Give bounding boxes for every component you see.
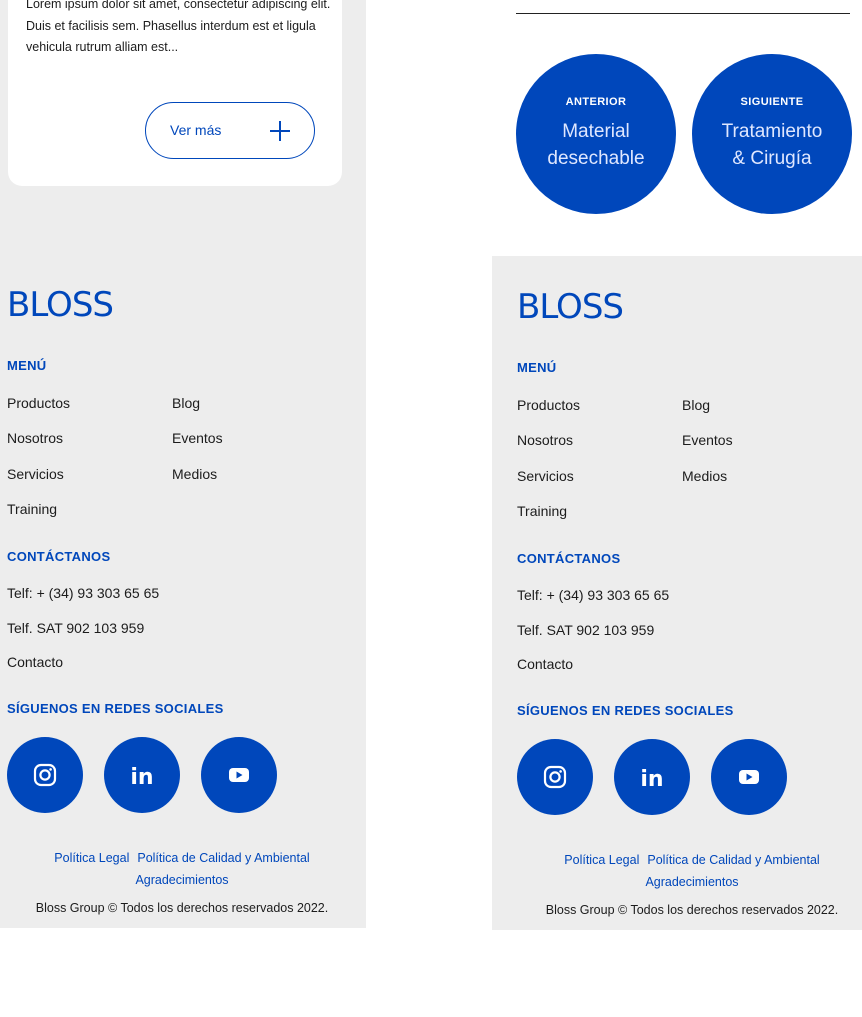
ver-mas-button[interactable]: Ver más: [145, 102, 315, 159]
menu-item-nosotros[interactable]: Nosotros: [7, 430, 63, 446]
menu-item-nosotros[interactable]: Nosotros: [517, 432, 573, 448]
ver-mas-label: Ver más: [170, 122, 222, 138]
legal-link[interactable]: Política Legal: [54, 851, 129, 865]
contact-phone[interactable]: Telf: + (34) 93 303 65 65: [517, 587, 669, 603]
linkedin-button[interactable]: in: [104, 737, 180, 813]
linkedin-icon: in: [130, 765, 153, 790]
product-card: Lorem ipsum dolor sit amet, consectetur …: [8, 0, 342, 186]
social-title: SÍGUENOS EN REDES SOCIALES: [517, 703, 734, 718]
menu-item-servicios[interactable]: Servicios: [7, 466, 64, 482]
copyright: Bloss Group © Todos los derechos reserva…: [35, 901, 329, 915]
linkedin-button[interactable]: in: [614, 739, 690, 815]
svg-text:in: in: [640, 767, 663, 792]
instagram-button[interactable]: [7, 737, 83, 813]
instagram-icon: [543, 765, 567, 789]
menu-item-servicios[interactable]: Servicios: [517, 468, 574, 484]
menu-title: MENÚ: [517, 360, 557, 375]
legal-links: Política Legal Política de Calidad y Ambi…: [517, 849, 862, 893]
instagram-button[interactable]: [517, 739, 593, 815]
youtube-button[interactable]: [711, 739, 787, 815]
contact-sat-phone[interactable]: Telf. SAT 902 103 959: [7, 620, 144, 636]
menu-item-training[interactable]: Training: [517, 503, 567, 519]
youtube-icon: [739, 770, 759, 784]
contact-link[interactable]: Contacto: [517, 656, 573, 672]
social-title: SÍGUENOS EN REDES SOCIALES: [7, 701, 224, 716]
thanks-link[interactable]: Agradecimientos: [135, 873, 228, 887]
contact-phone[interactable]: Telf: + (34) 93 303 65 65: [7, 585, 159, 601]
next-title: Tratamiento & Cirugía: [721, 121, 823, 169]
menu-item-blog[interactable]: Blog: [682, 397, 710, 413]
menu-item-eventos[interactable]: Eventos: [172, 430, 223, 446]
menu-item-training[interactable]: Training: [7, 501, 57, 517]
divider-line: [516, 13, 850, 14]
next-caption: SIGUIENTE: [740, 96, 804, 108]
svg-text:in: in: [130, 765, 153, 790]
card-description: Lorem ipsum dolor sit amet, consectetur …: [26, 0, 331, 54]
menu-item-medios[interactable]: Medios: [172, 466, 217, 482]
menu-item-productos[interactable]: Productos: [7, 395, 70, 411]
bloss-logo: BLOSS: [7, 285, 114, 323]
contact-title: CONTÁCTANOS: [517, 551, 621, 566]
logo-text: BLOSS: [7, 285, 113, 323]
bloss-logo: BLOSS: [517, 287, 624, 325]
contact-title: CONTÁCTANOS: [7, 549, 111, 564]
prev-title: Material desechable: [547, 121, 645, 169]
menu-item-productos[interactable]: Productos: [517, 397, 580, 413]
quality-link[interactable]: Política de Calidad y Ambiental: [647, 853, 819, 867]
logo-text: BLOSS: [517, 287, 623, 325]
menu-item-medios[interactable]: Medios: [682, 468, 727, 484]
quality-link[interactable]: Política de Calidad y Ambiental: [137, 851, 309, 865]
menu-item-eventos[interactable]: Eventos: [682, 432, 733, 448]
prev-caption: ANTERIOR: [565, 96, 627, 108]
prev-category-button[interactable]: ANTERIOR Material desechable: [516, 54, 676, 214]
instagram-icon: [33, 763, 57, 787]
legal-links: Política Legal Política de Calidad y Ambi…: [7, 847, 357, 891]
contact-link[interactable]: Contacto: [7, 654, 63, 670]
thanks-link[interactable]: Agradecimientos: [645, 875, 738, 889]
menu-item-blog[interactable]: Blog: [172, 395, 200, 411]
linkedin-icon: in: [640, 767, 663, 792]
plus-icon: [270, 121, 290, 141]
youtube-button[interactable]: [201, 737, 277, 813]
contact-sat-phone[interactable]: Telf. SAT 902 103 959: [517, 622, 654, 638]
next-category-button[interactable]: SIGUIENTE Tratamiento & Cirugía: [692, 54, 852, 214]
legal-link[interactable]: Política Legal: [564, 853, 639, 867]
menu-title: MENÚ: [7, 358, 47, 373]
copyright: Bloss Group © Todos los derechos reserva…: [545, 903, 839, 917]
youtube-icon: [229, 768, 249, 782]
